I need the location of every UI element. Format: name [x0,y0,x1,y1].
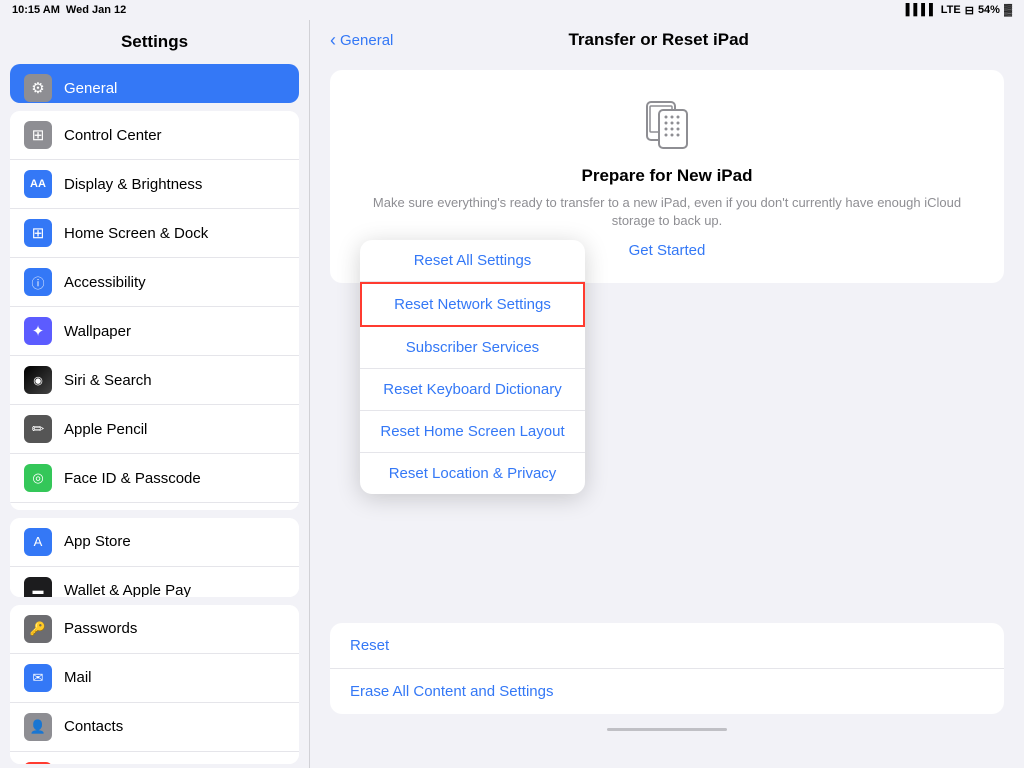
battery-bar: ▓ [1004,4,1012,16]
reset-button[interactable]: Reset [330,623,1004,669]
network-icon: LTE [941,4,961,16]
back-chevron-icon: ‹ [330,31,336,49]
sidebar-item-mail[interactable]: ✉ Mail [10,654,299,703]
new-ipad-icon [637,94,697,154]
erase-all-button[interactable]: Erase All Content and Settings [330,669,1004,714]
calendar-icon: 📅 [24,762,52,764]
sidebar-item-home-screen-label: Home Screen & Dock [64,225,208,242]
detail-title: Transfer or Reset iPad [393,30,924,50]
status-time: 10:15 AM [12,4,60,16]
apple-pencil-icon: ✏ [24,415,52,443]
sidebar-item-display-brightness[interactable]: AA Display & Brightness [10,160,299,209]
sidebar-item-control-center-label: Control Center [64,127,162,144]
general-icon: ⚙ [24,74,52,102]
status-indicators: ▌▌▌▌ LTE ⊟ 54% ▓ [906,4,1012,17]
sidebar-item-battery[interactable]: ⚡ Battery [10,503,299,510]
detail-pane: ‹ General Transfer or Reset iPad [310,20,1024,768]
sidebar-item-app-store[interactable]: A App Store [10,518,299,567]
reset-network-settings-option[interactable]: Reset Network Settings [360,282,585,327]
sidebar-item-face-id-label: Face ID & Passcode [64,470,201,487]
sidebar-item-passwords-label: Passwords [64,620,137,637]
subscriber-services-option[interactable]: Subscriber Services [360,327,585,369]
wallpaper-icon: ✦ [24,317,52,345]
display-icon: AA [24,170,52,198]
sidebar-section-2: ⊞ Control Center AA Display & Brightness… [10,111,299,510]
bottom-reset-card: Reset Erase All Content and Settings [330,623,1004,714]
reset-dropdown: Reset All Settings Reset Network Setting… [360,240,585,494]
accessibility-icon: ⓘ [24,268,52,296]
sidebar-item-accessibility[interactable]: ⓘ Accessibility [10,258,299,307]
sidebar-item-wallet[interactable]: ▬ Wallet & Apple Pay [10,567,299,597]
control-center-icon: ⊞ [24,121,52,149]
sidebar-item-apple-pencil[interactable]: ✏ Apple Pencil [10,405,299,454]
sidebar-section-4: 🔑 Passwords ✉ Mail 👤 Contacts 📅 Calendar [10,605,299,764]
sidebar-item-wallpaper[interactable]: ✦ Wallpaper [10,307,299,356]
app-store-icon: A [24,528,52,556]
sidebar-item-passwords[interactable]: 🔑 Passwords [10,605,299,654]
face-id-icon: ◎ [24,464,52,492]
sidebar-item-mail-label: Mail [64,669,92,686]
sidebar-section-1: ⚙ General [10,64,299,103]
sidebar-item-wallet-label: Wallet & Apple Pay [64,582,191,597]
siri-icon: ◉ [24,366,52,394]
back-button[interactable]: ‹ General [330,31,393,49]
reset-home-screen-layout-option[interactable]: Reset Home Screen Layout [360,411,585,453]
sidebar-item-general-label: General [64,80,117,97]
reset-all-settings-option[interactable]: Reset All Settings [360,240,585,282]
signal-icon: ▌▌▌▌ [906,4,937,16]
sidebar-item-control-center[interactable]: ⊞ Control Center [10,111,299,160]
sidebar-title: Settings [0,20,309,60]
sidebar-section-3: A App Store ▬ Wallet & Apple Pay [10,518,299,597]
sidebar-item-calendar[interactable]: 📅 Calendar [10,752,299,764]
sidebar-item-home-screen[interactable]: ⊞ Home Screen & Dock [10,209,299,258]
battery-percent: 54% [978,4,1000,16]
sidebar-item-apple-pencil-label: Apple Pencil [64,421,147,438]
scroll-indicator [607,728,727,731]
status-time-date: 10:15 AM Wed Jan 12 [12,4,126,16]
contacts-icon: 👤 [24,713,52,741]
wallet-icon: ▬ [24,577,52,597]
sidebar-item-general[interactable]: ⚙ General [10,64,299,103]
sidebar-item-contacts[interactable]: 👤 Contacts [10,703,299,752]
reset-keyboard-dictionary-option[interactable]: Reset Keyboard Dictionary [360,369,585,411]
reset-location-privacy-option[interactable]: Reset Location & Privacy [360,453,585,494]
status-date: Wed Jan 12 [66,4,126,16]
sidebar-item-contacts-label: Contacts [64,718,123,735]
sidebar-item-siri-label: Siri & Search [64,372,152,389]
back-label: General [340,32,393,49]
prepare-title: Prepare for New iPad [350,166,984,186]
battery-icon: ⊟ [965,4,974,17]
prepare-description: Make sure everything's ready to transfer… [350,194,984,230]
sidebar-item-display-label: Display & Brightness [64,176,202,193]
sidebar-item-wallpaper-label: Wallpaper [64,323,131,340]
sidebar-item-app-store-label: App Store [64,533,131,550]
home-screen-icon: ⊞ [24,219,52,247]
sidebar-item-face-id[interactable]: ◎ Face ID & Passcode [10,454,299,503]
status-bar: 10:15 AM Wed Jan 12 ▌▌▌▌ LTE ⊟ 54% ▓ [0,0,1024,20]
passwords-icon: 🔑 [24,615,52,643]
sidebar: Settings ⚙ General ⊞ Control Center AA D… [0,20,310,768]
mail-icon: ✉ [24,664,52,692]
detail-header: ‹ General Transfer or Reset iPad [310,20,1024,60]
sidebar-item-accessibility-label: Accessibility [64,274,146,291]
sidebar-item-siri[interactable]: ◉ Siri & Search [10,356,299,405]
